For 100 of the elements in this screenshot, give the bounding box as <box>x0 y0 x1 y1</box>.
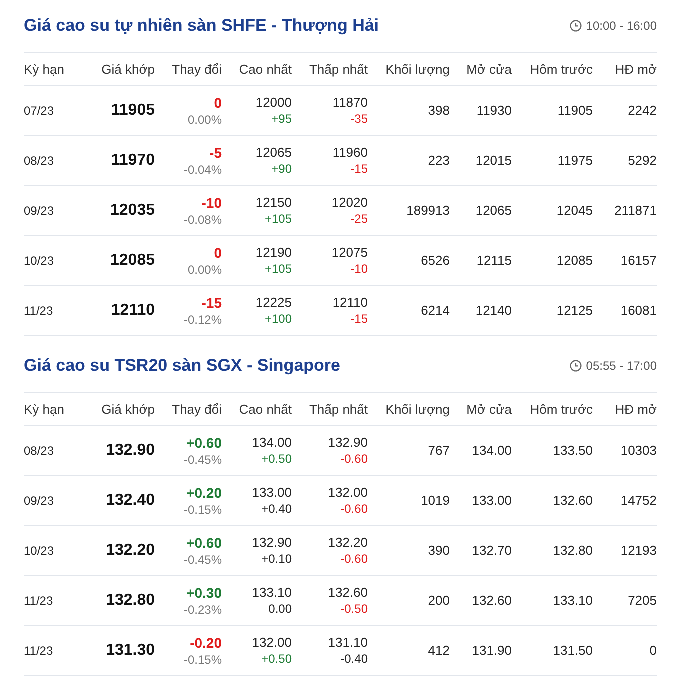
column-header: Thay đổi <box>172 402 222 416</box>
column-header: Cao nhất <box>239 62 292 76</box>
low-difference: -25 <box>350 212 368 226</box>
high-value: 134.00 <box>252 435 292 450</box>
high-difference: +0.50 <box>262 452 292 466</box>
price-cell: 12085 <box>110 252 155 270</box>
price-cell: 132.80 <box>106 592 155 610</box>
open-cell: 12115 <box>476 253 512 268</box>
high-difference: +95 <box>272 112 292 126</box>
high-difference: +105 <box>264 262 292 276</box>
previous-cell: 11975 <box>558 153 593 168</box>
change-percent: -0.45% <box>184 452 222 466</box>
high-value: 12065 <box>256 145 292 160</box>
open-cell: 132.60 <box>472 593 512 608</box>
price-cell: 131.30 <box>106 642 155 660</box>
high-difference: +0.50 <box>262 652 292 666</box>
volume-cell: 390 <box>428 543 450 558</box>
column-header: Hôm trước <box>530 402 593 416</box>
open-cell: 12065 <box>476 203 512 218</box>
column-header: Mở cửa <box>466 62 512 76</box>
high-value: 132.00 <box>252 635 292 650</box>
open-cell: 133.00 <box>472 493 512 508</box>
high-difference: +100 <box>264 312 292 326</box>
clock-icon <box>570 360 582 372</box>
low-value: 12020 <box>332 195 368 210</box>
trading-hours: 05:55 - 17:00 <box>586 359 657 373</box>
price-cell: 132.90 <box>106 442 155 460</box>
volume-cell: 1019 <box>421 493 450 508</box>
low-difference: -0.60 <box>340 502 368 516</box>
low-difference: -35 <box>350 112 368 126</box>
change-percent: -0.04% <box>184 162 222 176</box>
change-value: +0.60 <box>186 534 222 550</box>
low-difference: -10 <box>350 262 368 276</box>
open-interest-cell: 211871 <box>614 203 657 218</box>
open-interest-cell: 2242 <box>628 103 657 118</box>
volume-cell: 398 <box>428 103 450 118</box>
low-difference: -0.60 <box>340 552 368 566</box>
high-value: 12225 <box>256 295 292 310</box>
change-percent: -0.23% <box>184 602 222 616</box>
change-percent: -0.12% <box>184 312 222 326</box>
high-value: 133.10 <box>252 585 292 600</box>
change-percent: 0.00% <box>188 262 222 276</box>
term-cell: 11/23 <box>24 594 54 608</box>
open-cell: 12140 <box>476 303 512 318</box>
change-percent: -0.45% <box>184 552 222 566</box>
column-header: Hôm trước <box>530 62 593 76</box>
low-difference: -0.50 <box>340 602 368 616</box>
previous-cell: 12085 <box>556 253 593 268</box>
change-value: 0 <box>214 244 222 260</box>
low-value: 132.60 <box>328 585 368 600</box>
open-cell: 131.90 <box>472 643 512 658</box>
column-header: Khối lượng <box>386 62 450 76</box>
column-header: Giá khớp <box>102 402 155 416</box>
change-value: -15 <box>202 294 222 310</box>
volume-cell: 223 <box>428 153 450 168</box>
volume-cell: 412 <box>428 643 450 658</box>
change-value: +0.20 <box>186 484 222 500</box>
previous-cell: 133.10 <box>553 593 593 608</box>
change-value: -10 <box>202 194 222 210</box>
column-header: Thay đổi <box>172 62 222 76</box>
open-interest-cell: 10303 <box>620 443 657 458</box>
volume-cell: 6526 <box>421 253 450 268</box>
change-value: -5 <box>210 144 222 160</box>
previous-cell: 131.50 <box>553 643 593 658</box>
low-value: 132.90 <box>328 435 368 450</box>
price-cell: 12110 <box>111 302 155 320</box>
column-header: Mở cửa <box>466 402 512 416</box>
change-percent: -0.15% <box>184 502 222 516</box>
column-header: Thấp nhất <box>309 62 368 76</box>
low-difference: -0.60 <box>340 452 368 466</box>
change-value: 0 <box>214 94 222 110</box>
column-header: Thấp nhất <box>309 402 368 416</box>
low-difference: -15 <box>350 162 368 176</box>
volume-cell: 767 <box>428 443 450 458</box>
open-interest-cell: 14752 <box>620 493 657 508</box>
price-cell: 132.40 <box>106 492 155 510</box>
term-cell: 11/23 <box>24 644 54 658</box>
term-cell: 08/23 <box>24 154 54 168</box>
column-header: HĐ mở <box>615 402 657 416</box>
change-percent: 0.00% <box>188 112 222 126</box>
term-cell: 07/23 <box>24 104 54 118</box>
high-value: 132.90 <box>252 535 292 550</box>
low-value: 132.00 <box>328 485 368 500</box>
high-value: 12000 <box>256 95 292 110</box>
open-cell: 11930 <box>476 103 512 118</box>
high-difference: +105 <box>264 212 292 226</box>
low-value: 12110 <box>332 295 368 310</box>
column-header: Cao nhất <box>239 402 292 416</box>
high-value: 12150 <box>256 195 292 210</box>
change-percent: -0.08% <box>184 212 222 226</box>
volume-cell: 189913 <box>406 203 450 218</box>
change-value: +0.60 <box>186 434 222 450</box>
open-interest-cell: 16157 <box>620 253 657 268</box>
previous-cell: 133.50 <box>553 443 593 458</box>
open-cell: 134.00 <box>472 443 512 458</box>
open-interest-cell: 5292 <box>628 153 657 168</box>
open-cell: 132.70 <box>472 543 512 558</box>
price-cell: 132.20 <box>106 542 155 560</box>
high-difference: +0.40 <box>262 502 292 516</box>
open-interest-cell: 7205 <box>628 593 657 608</box>
